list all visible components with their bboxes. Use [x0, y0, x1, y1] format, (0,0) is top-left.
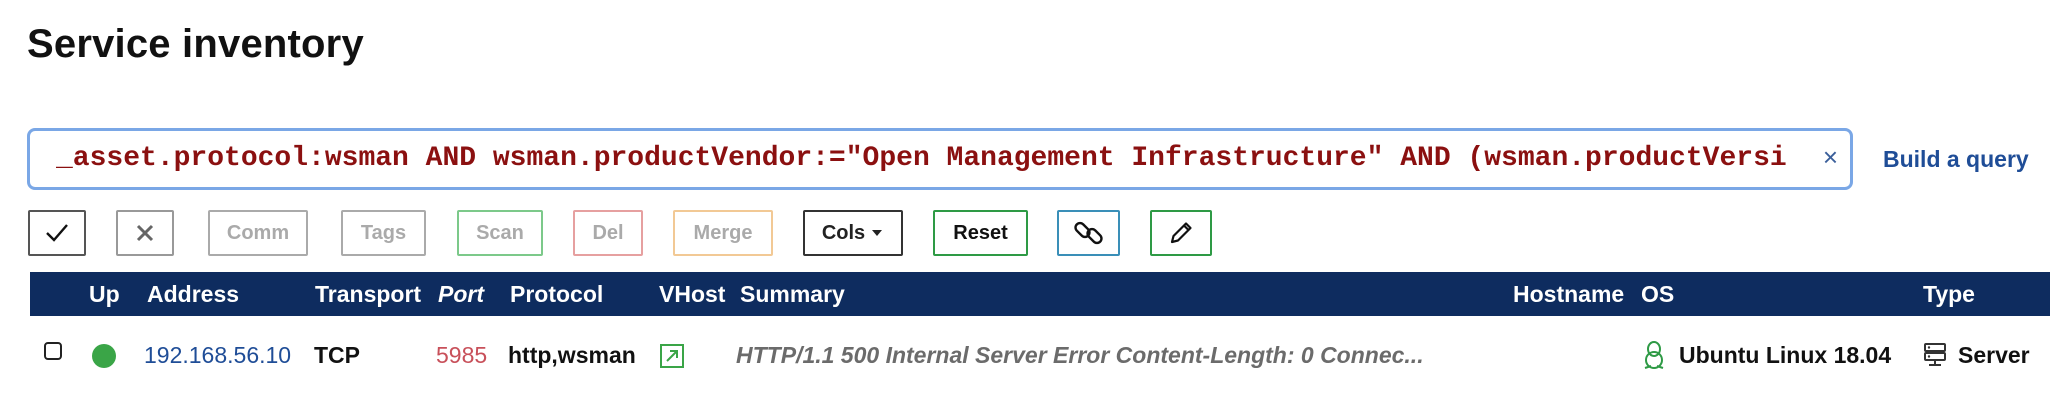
column-header-port[interactable]: Port: [438, 281, 484, 308]
summary-text: HTTP/1.1 500 Internal Server Error Conte…: [736, 342, 1424, 368]
search-input[interactable]: [30, 131, 1810, 187]
comment-button[interactable]: Comm: [208, 210, 308, 256]
type-value: Server: [1958, 342, 2030, 368]
column-header-address[interactable]: Address: [147, 281, 239, 308]
link-icon: [1073, 221, 1103, 245]
column-header-vhost[interactable]: VHost: [659, 281, 725, 308]
table-header: Up Address Transport Port Protocol VHost…: [30, 272, 2050, 316]
column-header-hostname[interactable]: Hostname: [1513, 281, 1624, 308]
os-value: Ubuntu Linux 18.04: [1679, 342, 1892, 368]
pencil-icon: [1170, 222, 1192, 244]
status-up-indicator: [92, 344, 116, 368]
page-title: Service inventory: [27, 22, 364, 66]
delete-button[interactable]: Del: [573, 210, 643, 256]
columns-dropdown-button[interactable]: Cols: [803, 210, 903, 256]
linux-penguin-icon: [1642, 340, 1666, 376]
merge-button[interactable]: Merge: [673, 210, 773, 256]
column-header-protocol[interactable]: Protocol: [510, 281, 603, 308]
deselect-all-button[interactable]: [116, 210, 174, 256]
search-bar[interactable]: ×: [27, 128, 1853, 190]
tags-button[interactable]: Tags: [341, 210, 426, 256]
clear-search-icon[interactable]: ×: [1823, 142, 1838, 172]
row-checkbox[interactable]: [44, 342, 62, 360]
reset-button[interactable]: Reset: [933, 210, 1028, 256]
columns-label: Cols: [821, 221, 866, 244]
port-value: 5985: [436, 342, 488, 368]
column-header-os[interactable]: OS: [1641, 281, 1674, 308]
protocol-value: http,wsman: [508, 342, 636, 368]
table-row[interactable]: 192.168.56.10 TCP 5985 http,wsman HTTP/1…: [30, 324, 2050, 384]
external-link-icon[interactable]: [659, 343, 685, 375]
close-icon: [136, 224, 154, 242]
column-header-up[interactable]: Up: [89, 281, 120, 308]
select-all-button[interactable]: [28, 210, 86, 256]
scan-button[interactable]: Scan: [457, 210, 543, 256]
check-icon: [46, 224, 68, 242]
caret-down-icon: [872, 230, 883, 236]
address-link[interactable]: 192.168.56.10: [144, 342, 291, 369]
column-header-summary[interactable]: Summary: [740, 281, 845, 308]
column-header-type[interactable]: Type: [1923, 281, 1975, 308]
edit-button[interactable]: [1150, 210, 1212, 256]
server-icon: [1923, 342, 1947, 374]
transport-value: TCP: [314, 342, 360, 368]
build-query-link[interactable]: Build a query: [1883, 146, 2029, 173]
link-button[interactable]: [1057, 210, 1120, 256]
column-header-transport[interactable]: Transport: [315, 281, 421, 308]
